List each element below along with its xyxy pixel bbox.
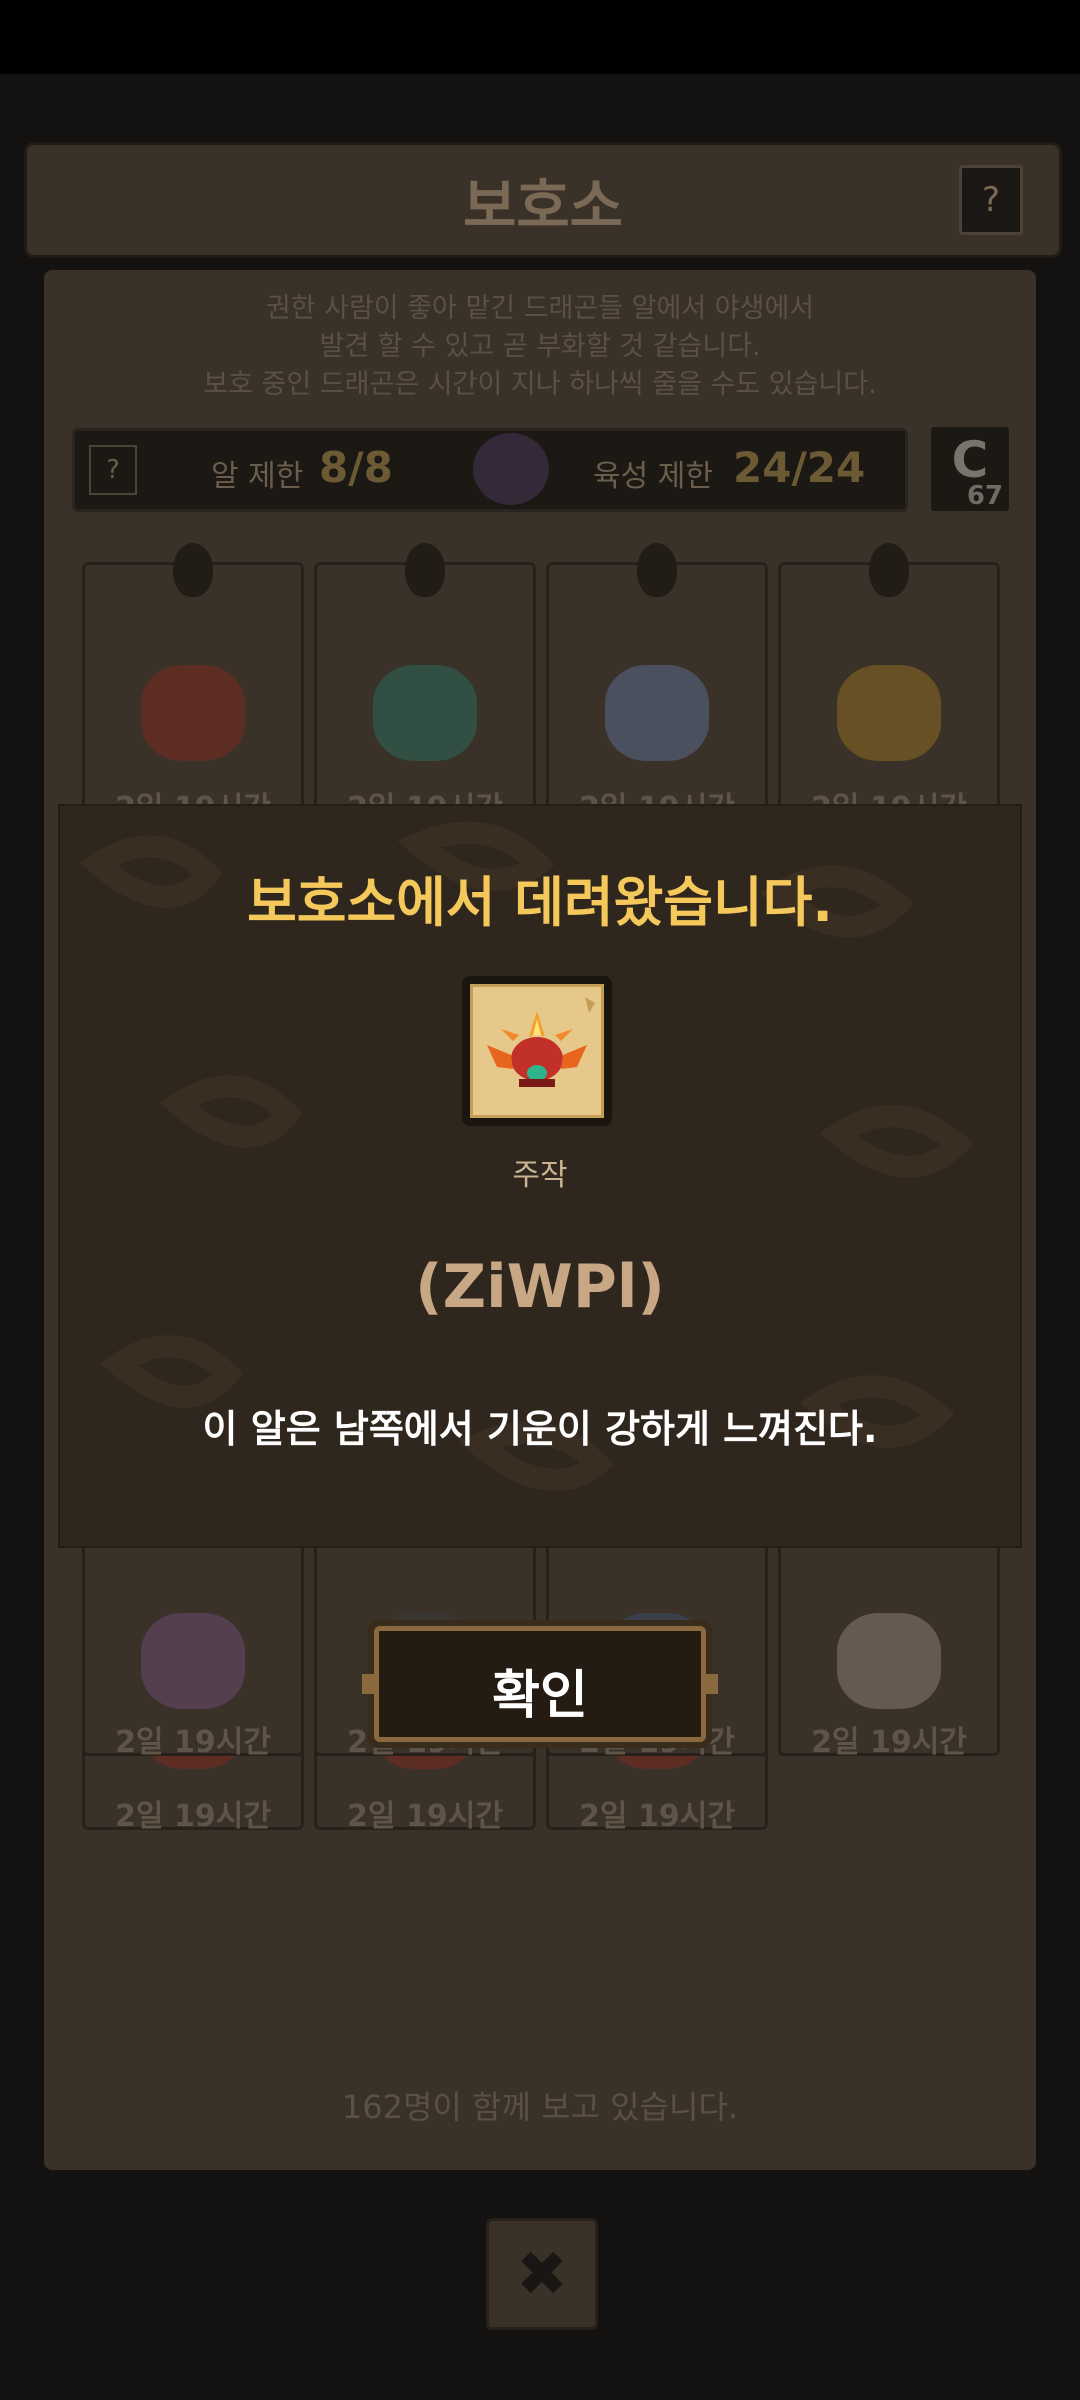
- limit-bar: ? 알 제한 8/8 육성 제한 24/24: [72, 428, 908, 512]
- dragon-sprite-icon: [373, 665, 477, 761]
- egg-card[interactable]: 2일 19시간: [546, 543, 768, 826]
- egg-limit-value: 8/8: [319, 443, 393, 492]
- item-code: (ZiWPl): [415, 1252, 665, 1322]
- egg-timer: 2일 19시간: [811, 1725, 967, 1760]
- dragon-sprite-icon: [605, 665, 709, 761]
- phoenix-egg-icon: [479, 993, 595, 1109]
- modal-title: 보호소에서 데려왔습니다.: [247, 871, 833, 934]
- help-button[interactable]: ?: [959, 165, 1023, 235]
- dragon-sprite-icon: [837, 665, 941, 761]
- notice-line: 보호 중인 드래곤은 시간이 지나 하나씩 줄을 수도 있습니다.: [203, 369, 877, 400]
- growth-limit-label: 육성 제한: [593, 459, 713, 494]
- page-title: 보호소: [462, 172, 624, 240]
- egg-card[interactable]: 2일 19시간: [314, 543, 536, 826]
- egg-timer: 2일 19시간: [115, 1725, 271, 1760]
- egg-card[interactable]: 2일 19시간: [778, 543, 1000, 826]
- result-modal: 보호소에서 데려왔습니다. 주작 (ZiWPl) 이 알은 남쪽에서 기운이 강…: [58, 804, 1022, 1548]
- confirm-button[interactable]: 확인: [362, 1620, 718, 1748]
- egg-timer: 2일 19시간: [347, 1799, 503, 1834]
- growth-limit-value: 24/24: [733, 443, 866, 492]
- shelter-notice: 권한 사람이 좋아 맡긴 드래곤들 알에서 야생에서 발견 할 수 있고 곧 부…: [44, 290, 1036, 404]
- egg-pin-icon: [173, 543, 213, 597]
- egg-timer: 2일 19시간: [579, 1799, 735, 1834]
- limit-help-button[interactable]: ?: [89, 445, 137, 495]
- close-button[interactable]: ✖: [486, 2218, 598, 2330]
- confirm-notch-right: [704, 1674, 718, 1694]
- egg-limit-label: 알 제한: [211, 459, 304, 494]
- shelter-header: 보호소 ?: [24, 142, 1062, 258]
- item-description: 이 알은 남쪽에서 기운이 강하게 느껴진다.: [202, 1407, 878, 1451]
- egg-timer: 2일 19시간: [115, 1799, 271, 1834]
- dragon-emblem-icon: [473, 433, 549, 505]
- status-bar: [0, 0, 1080, 74]
- item-frame: [470, 984, 604, 1118]
- dragon-sprite-icon: [141, 1613, 245, 1709]
- dragon-sprite-icon: [837, 1613, 941, 1709]
- confirm-notch-left: [362, 1674, 376, 1694]
- egg-pin-icon: [405, 543, 445, 597]
- confirm-label: 확인: [492, 1666, 588, 1726]
- dragon-sprite-icon: [141, 665, 245, 761]
- notice-line: 발견 할 수 있고 곧 부화할 것 같습니다.: [319, 331, 761, 362]
- coin-badge[interactable]: C 67: [928, 424, 1012, 514]
- item-card: [462, 976, 612, 1126]
- egg-card[interactable]: 2일 19시간: [82, 543, 304, 826]
- notice-line: 권한 사람이 좋아 맡긴 드래곤들 알에서 야생에서: [265, 293, 815, 324]
- egg-pin-icon: [637, 543, 677, 597]
- egg-pin-icon: [869, 543, 909, 597]
- coin-count: 67: [966, 481, 1003, 511]
- item-name: 주작: [512, 1158, 568, 1193]
- confirm-frame: 확인: [374, 1626, 706, 1742]
- watchers-count: 162명이 함께 보고 있습니다.: [341, 2088, 739, 2126]
